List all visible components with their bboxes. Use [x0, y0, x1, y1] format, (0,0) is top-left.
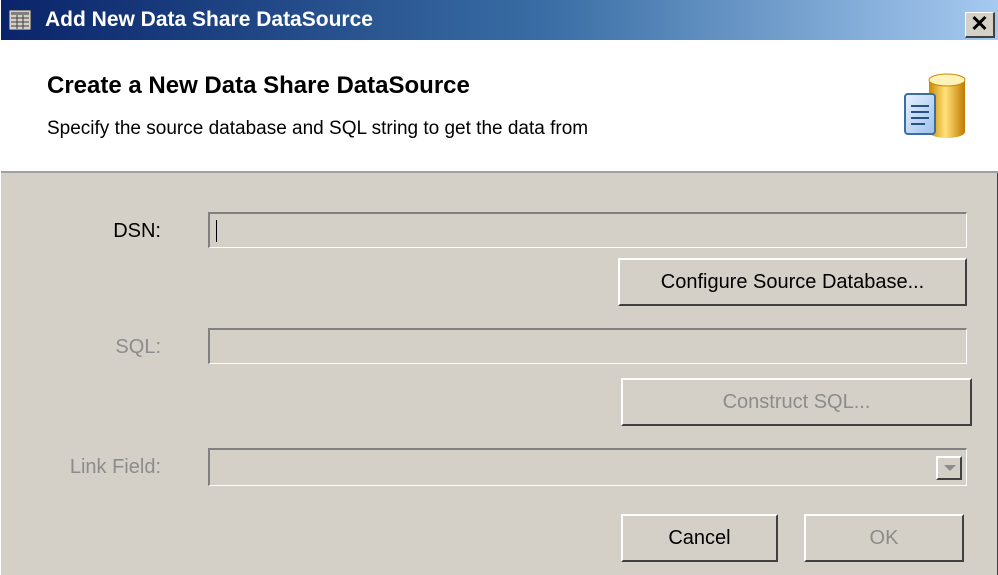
- sql-label: SQL:: [115, 336, 161, 358]
- sql-input[interactable]: [208, 328, 967, 364]
- close-icon: ✕: [970, 11, 989, 36]
- dropdown-button[interactable]: [936, 456, 962, 480]
- page-title: Create a New Data Share DataSource: [47, 72, 470, 99]
- dsn-label: DSN:: [113, 220, 161, 242]
- dsn-input[interactable]: [208, 212, 967, 248]
- window-title: Add New Data Share DataSource: [45, 8, 373, 31]
- ok-button-label: OK: [869, 527, 899, 549]
- app-window-icon: [9, 10, 31, 30]
- configure-button-label: Configure Source Database...: [660, 271, 925, 293]
- construct-button-label: Construct SQL...: [722, 391, 871, 413]
- link-field-label: Link Field:: [69, 456, 161, 478]
- text-caret: [216, 220, 217, 242]
- ok-button[interactable]: OK: [804, 514, 964, 562]
- chevron-down-icon: [944, 465, 956, 471]
- dialog-window: Add New Data Share DataSource ✕ Create a…: [0, 0, 998, 575]
- close-button[interactable]: ✕: [965, 12, 995, 38]
- link-field-combobox[interactable]: [208, 448, 967, 486]
- construct-sql-button[interactable]: Construct SQL...: [621, 378, 972, 426]
- configure-source-database-button[interactable]: Configure Source Database...: [618, 258, 967, 306]
- cancel-button-label: Cancel: [668, 527, 731, 549]
- cancel-button[interactable]: Cancel: [621, 514, 778, 562]
- database-document-icon: [904, 73, 966, 138]
- page-subtitle: Specify the source database and SQL stri…: [47, 118, 589, 139]
- wizard-header: Create a New Data Share DataSource Speci…: [1, 40, 998, 173]
- title-bar[interactable]: Add New Data Share DataSource ✕: [1, 0, 998, 40]
